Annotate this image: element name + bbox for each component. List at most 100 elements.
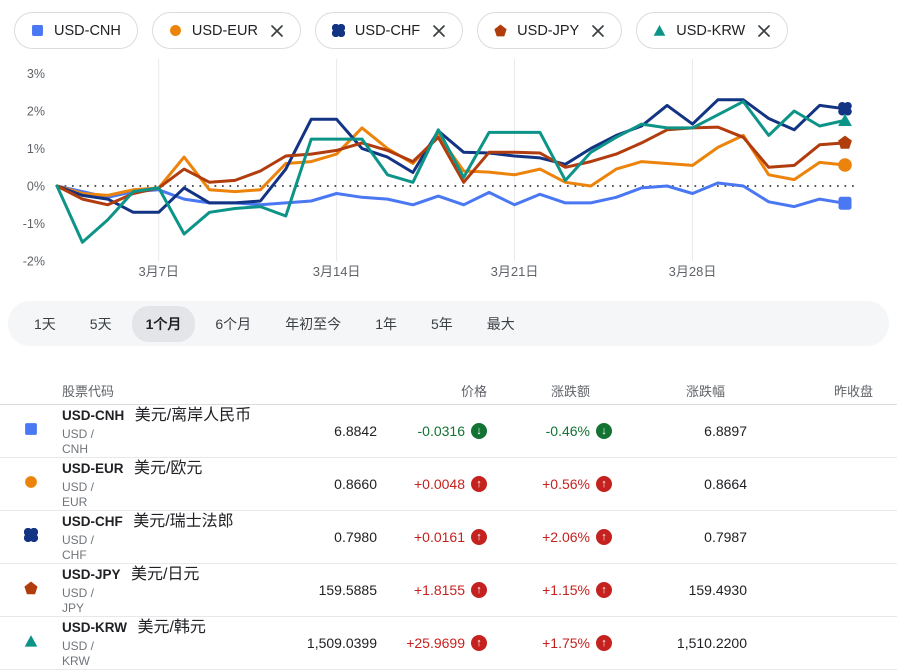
comparison-chips-row: USD-CNH USD-EUR USD-CHF USD-JPY USD-KRW bbox=[0, 0, 897, 49]
price-value: 0.8660 bbox=[100, 476, 377, 492]
table-row[interactable]: USD-KRW 美元/韩元 USD / KRW 1,509.0399 +25.9… bbox=[0, 617, 897, 670]
change-direction-icon: ↓ bbox=[471, 423, 487, 439]
price-value: 1,509.0399 bbox=[100, 635, 377, 651]
change-value: +0.0048↑ bbox=[377, 476, 487, 492]
svg-text:0%: 0% bbox=[27, 180, 45, 194]
time-range-button[interactable]: 1年 bbox=[361, 306, 411, 342]
change-direction-icon: ↓ bbox=[596, 423, 612, 439]
prev-close-value: 0.7987 bbox=[612, 529, 747, 545]
change-direction-icon: ↑ bbox=[596, 529, 612, 545]
series-shape-icon bbox=[24, 475, 38, 494]
close-icon[interactable] bbox=[270, 24, 284, 38]
prev-close-value: 0.8664 bbox=[612, 476, 747, 492]
price-value: 6.8842 bbox=[100, 423, 377, 439]
table-row[interactable]: USD-CNH 美元/离岸人民币 USD / CNH 6.8842 -0.031… bbox=[0, 405, 897, 458]
change-value: +25.9699↑ bbox=[377, 635, 487, 651]
ticker-label: USD-EUR bbox=[62, 461, 124, 476]
change-direction-icon: ↑ bbox=[596, 582, 612, 598]
svg-text:-1%: -1% bbox=[23, 217, 45, 231]
time-range-button[interactable]: 6个月 bbox=[201, 306, 265, 342]
chip-label: USD-CNH bbox=[54, 23, 121, 39]
currency-chip[interactable]: USD-EUR bbox=[152, 12, 301, 49]
change-direction-icon: ↑ bbox=[596, 476, 612, 492]
currency-name: 美元/韩元 bbox=[137, 619, 205, 636]
change-percent-value: +1.15%↑ bbox=[487, 582, 612, 598]
close-icon[interactable] bbox=[757, 24, 771, 38]
currency-chip[interactable]: USD-CNH bbox=[14, 12, 138, 49]
chip-label: USD-JPY bbox=[517, 23, 579, 39]
comparison-chart[interactable]: 3%2%1%0%-1%-2%3月7日3月14日3月21日3月28日 bbox=[0, 57, 897, 301]
col-change-pct: 涨跌幅 bbox=[612, 381, 747, 400]
chart-canvas[interactable]: 3%2%1%0%-1%-2%3月7日3月14日3月21日3月28日 bbox=[0, 57, 897, 301]
series-shape-icon bbox=[24, 528, 38, 547]
series-shape-icon bbox=[494, 24, 507, 37]
change-direction-icon: ↑ bbox=[596, 635, 612, 651]
currency-chip[interactable]: USD-KRW bbox=[636, 12, 788, 49]
time-range-button[interactable]: 5天 bbox=[76, 306, 126, 342]
prev-close-value: 159.4930 bbox=[612, 582, 747, 598]
currency-pair-sub: USD / CNH bbox=[62, 427, 100, 457]
svg-text:2%: 2% bbox=[27, 105, 45, 119]
currency-pair-sub: USD / EUR bbox=[62, 480, 100, 510]
change-percent-value: +2.06%↑ bbox=[487, 529, 612, 545]
svg-text:1%: 1% bbox=[27, 142, 45, 156]
time-range-button[interactable]: 1个月 bbox=[132, 306, 196, 342]
svg-text:-2%: -2% bbox=[23, 255, 45, 269]
change-value: +0.0161↑ bbox=[377, 529, 487, 545]
change-percent-value: +1.75%↑ bbox=[487, 635, 612, 651]
col-price: 价格 bbox=[377, 381, 487, 400]
currency-pair-sub: USD / CHF bbox=[62, 533, 100, 563]
change-direction-icon: ↑ bbox=[471, 476, 487, 492]
currency-chip[interactable]: USD-CHF bbox=[315, 12, 463, 49]
currency-chip[interactable]: USD-JPY bbox=[477, 12, 622, 49]
price-value: 0.7980 bbox=[100, 529, 377, 545]
chip-label: USD-KRW bbox=[676, 23, 745, 39]
time-range-bar: 1天 5天 1个月 6个月 年初至今 1年 5年 最大 bbox=[8, 301, 889, 346]
currency-pair-sub: USD / KRW bbox=[62, 639, 100, 669]
currency-pair-sub: USD / JPY bbox=[62, 586, 100, 616]
series-shape-icon bbox=[332, 24, 345, 37]
ticker-label: USD-KRW bbox=[62, 620, 127, 635]
change-percent-value: +0.56%↑ bbox=[487, 476, 612, 492]
currency-name: 美元/瑞士法郎 bbox=[133, 513, 233, 530]
price-value: 159.5885 bbox=[100, 582, 377, 598]
change-value: +1.8155↑ bbox=[377, 582, 487, 598]
table-row[interactable]: USD-CHF 美元/瑞士法郎 USD / CHF 0.7980 +0.0161… bbox=[0, 511, 897, 564]
time-range-button[interactable]: 最大 bbox=[473, 306, 529, 342]
currency-name: 美元/日元 bbox=[131, 566, 199, 583]
col-prev-close: 昨收盘 bbox=[747, 381, 873, 400]
series-shape-icon bbox=[169, 24, 182, 37]
ticker-label: USD-CHF bbox=[62, 514, 123, 529]
currency-name: 美元/离岸人民币 bbox=[135, 407, 251, 424]
close-icon[interactable] bbox=[432, 24, 446, 38]
series-shape-icon bbox=[31, 24, 44, 37]
series-shape-icon bbox=[24, 581, 38, 600]
close-icon[interactable] bbox=[591, 24, 605, 38]
prev-close-value: 6.8897 bbox=[612, 423, 747, 439]
time-range-button[interactable]: 5年 bbox=[417, 306, 467, 342]
col-ticker: 股票代码 bbox=[62, 381, 377, 400]
time-range-button[interactable]: 年初至今 bbox=[271, 306, 355, 342]
table-row[interactable]: USD-EUR 美元/欧元 USD / EUR 0.8660 +0.0048↑ … bbox=[0, 458, 897, 511]
table-row[interactable]: USD-JPY 美元/日元 USD / JPY 159.5885 +1.8155… bbox=[0, 564, 897, 617]
series-shape-icon bbox=[24, 422, 38, 441]
svg-text:3月7日: 3月7日 bbox=[138, 264, 178, 279]
time-range-button[interactable]: 1天 bbox=[20, 306, 70, 342]
series-shape-icon bbox=[653, 24, 666, 37]
svg-text:3月21日: 3月21日 bbox=[491, 264, 539, 279]
series-shape-icon bbox=[24, 634, 38, 653]
ticker-label: USD-JPY bbox=[62, 567, 121, 582]
ticker-label: USD-CNH bbox=[62, 408, 124, 423]
svg-text:3月14日: 3月14日 bbox=[313, 264, 361, 279]
currency-name: 美元/欧元 bbox=[134, 460, 202, 477]
change-direction-icon: ↑ bbox=[471, 635, 487, 651]
change-direction-icon: ↑ bbox=[471, 582, 487, 598]
change-value: -0.0316↓ bbox=[377, 423, 487, 439]
quotes-table: 股票代码 价格 涨跌额 涨跌幅 昨收盘 USD-CNH 美元/离岸人民币 USD… bbox=[0, 376, 897, 670]
chip-label: USD-EUR bbox=[192, 23, 258, 39]
change-direction-icon: ↑ bbox=[471, 529, 487, 545]
svg-text:3%: 3% bbox=[27, 67, 45, 81]
change-percent-value: -0.46%↓ bbox=[487, 423, 612, 439]
table-body: USD-CNH 美元/离岸人民币 USD / CNH 6.8842 -0.031… bbox=[0, 405, 897, 670]
prev-close-value: 1,510.2200 bbox=[612, 635, 747, 651]
